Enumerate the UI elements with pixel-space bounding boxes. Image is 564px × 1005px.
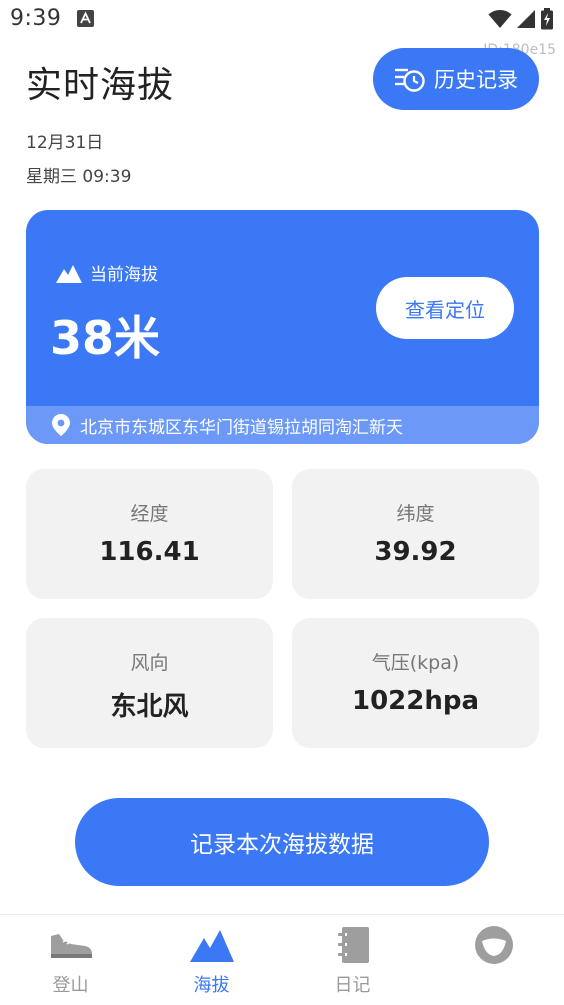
nav-label-altitude: 海拔: [193, 975, 230, 996]
history-label: 历史记录: [434, 68, 518, 92]
bottom-nav: 登山 海拔 日记: [0, 914, 564, 1004]
wind-direction-card: 风向 东北风: [26, 618, 273, 748]
wind-direction-label: 风向: [130, 652, 169, 674]
record-altitude-label: 记录本次海拔数据: [190, 832, 374, 858]
weekday-time-text: 星期三 09:39: [26, 167, 132, 187]
profile-icon: [471, 925, 517, 965]
altitude-value: 38米: [50, 311, 161, 365]
longitude-card: 经度 116.41: [26, 469, 273, 599]
date-text: 12月31日: [26, 133, 104, 153]
status-icons: [488, 8, 554, 30]
nav-item-climb[interactable]: 登山: [0, 915, 141, 1005]
altitude-label-row: 当前海拔: [56, 260, 158, 285]
address-bar: 北京市东城区东华门街道锡拉胡同淘汇新天: [26, 406, 539, 444]
nav-item-diary[interactable]: 日记: [282, 915, 423, 1005]
pressure-label: 气压(kpa): [371, 652, 460, 674]
nav-label-diary: 日记: [334, 975, 371, 996]
a-icon: [77, 10, 94, 27]
status-time: 9:39: [10, 6, 62, 31]
latitude-label: 纬度: [396, 503, 435, 525]
location-pin-icon: [52, 414, 70, 436]
mountain-icon: [56, 264, 82, 283]
notebook-icon: [330, 925, 376, 965]
record-altitude-button[interactable]: 记录本次海拔数据: [75, 798, 489, 886]
pressure-value: 1022hpa: [351, 686, 480, 716]
nav-label-climb: 登山: [52, 975, 89, 996]
altitude-label: 当前海拔: [90, 265, 158, 285]
mountain-icon: [189, 925, 235, 965]
wind-direction-value: 东北风: [110, 692, 189, 722]
pressure-card: 气压(kpa) 1022hpa: [292, 618, 539, 748]
status-bar: 9:39: [0, 0, 564, 40]
altitude-card: 当前海拔 38米 查看定位 北京市东城区东华门街道锡拉胡同淘汇新天: [26, 210, 539, 444]
battery-icon: [541, 8, 553, 30]
longitude-value: 116.41: [99, 537, 200, 567]
nav-item-altitude[interactable]: 海拔: [141, 915, 282, 1005]
history-icon: [395, 68, 425, 92]
address-text: 北京市东城区东华门街道锡拉胡同淘汇新天: [80, 417, 403, 438]
signal-icon: [517, 10, 535, 28]
view-location-button[interactable]: 查看定位: [376, 277, 514, 339]
page-title: 实时海拔: [26, 65, 175, 106]
wifi-icon: [488, 10, 512, 28]
history-button[interactable]: 历史记录: [373, 48, 539, 110]
latitude-card: 纬度 39.92: [292, 469, 539, 599]
latitude-value: 39.92: [374, 537, 457, 567]
longitude-label: 经度: [130, 503, 169, 525]
nav-item-profile[interactable]: [423, 915, 564, 1005]
shoe-icon: [48, 925, 94, 965]
view-location-label: 查看定位: [405, 297, 485, 322]
